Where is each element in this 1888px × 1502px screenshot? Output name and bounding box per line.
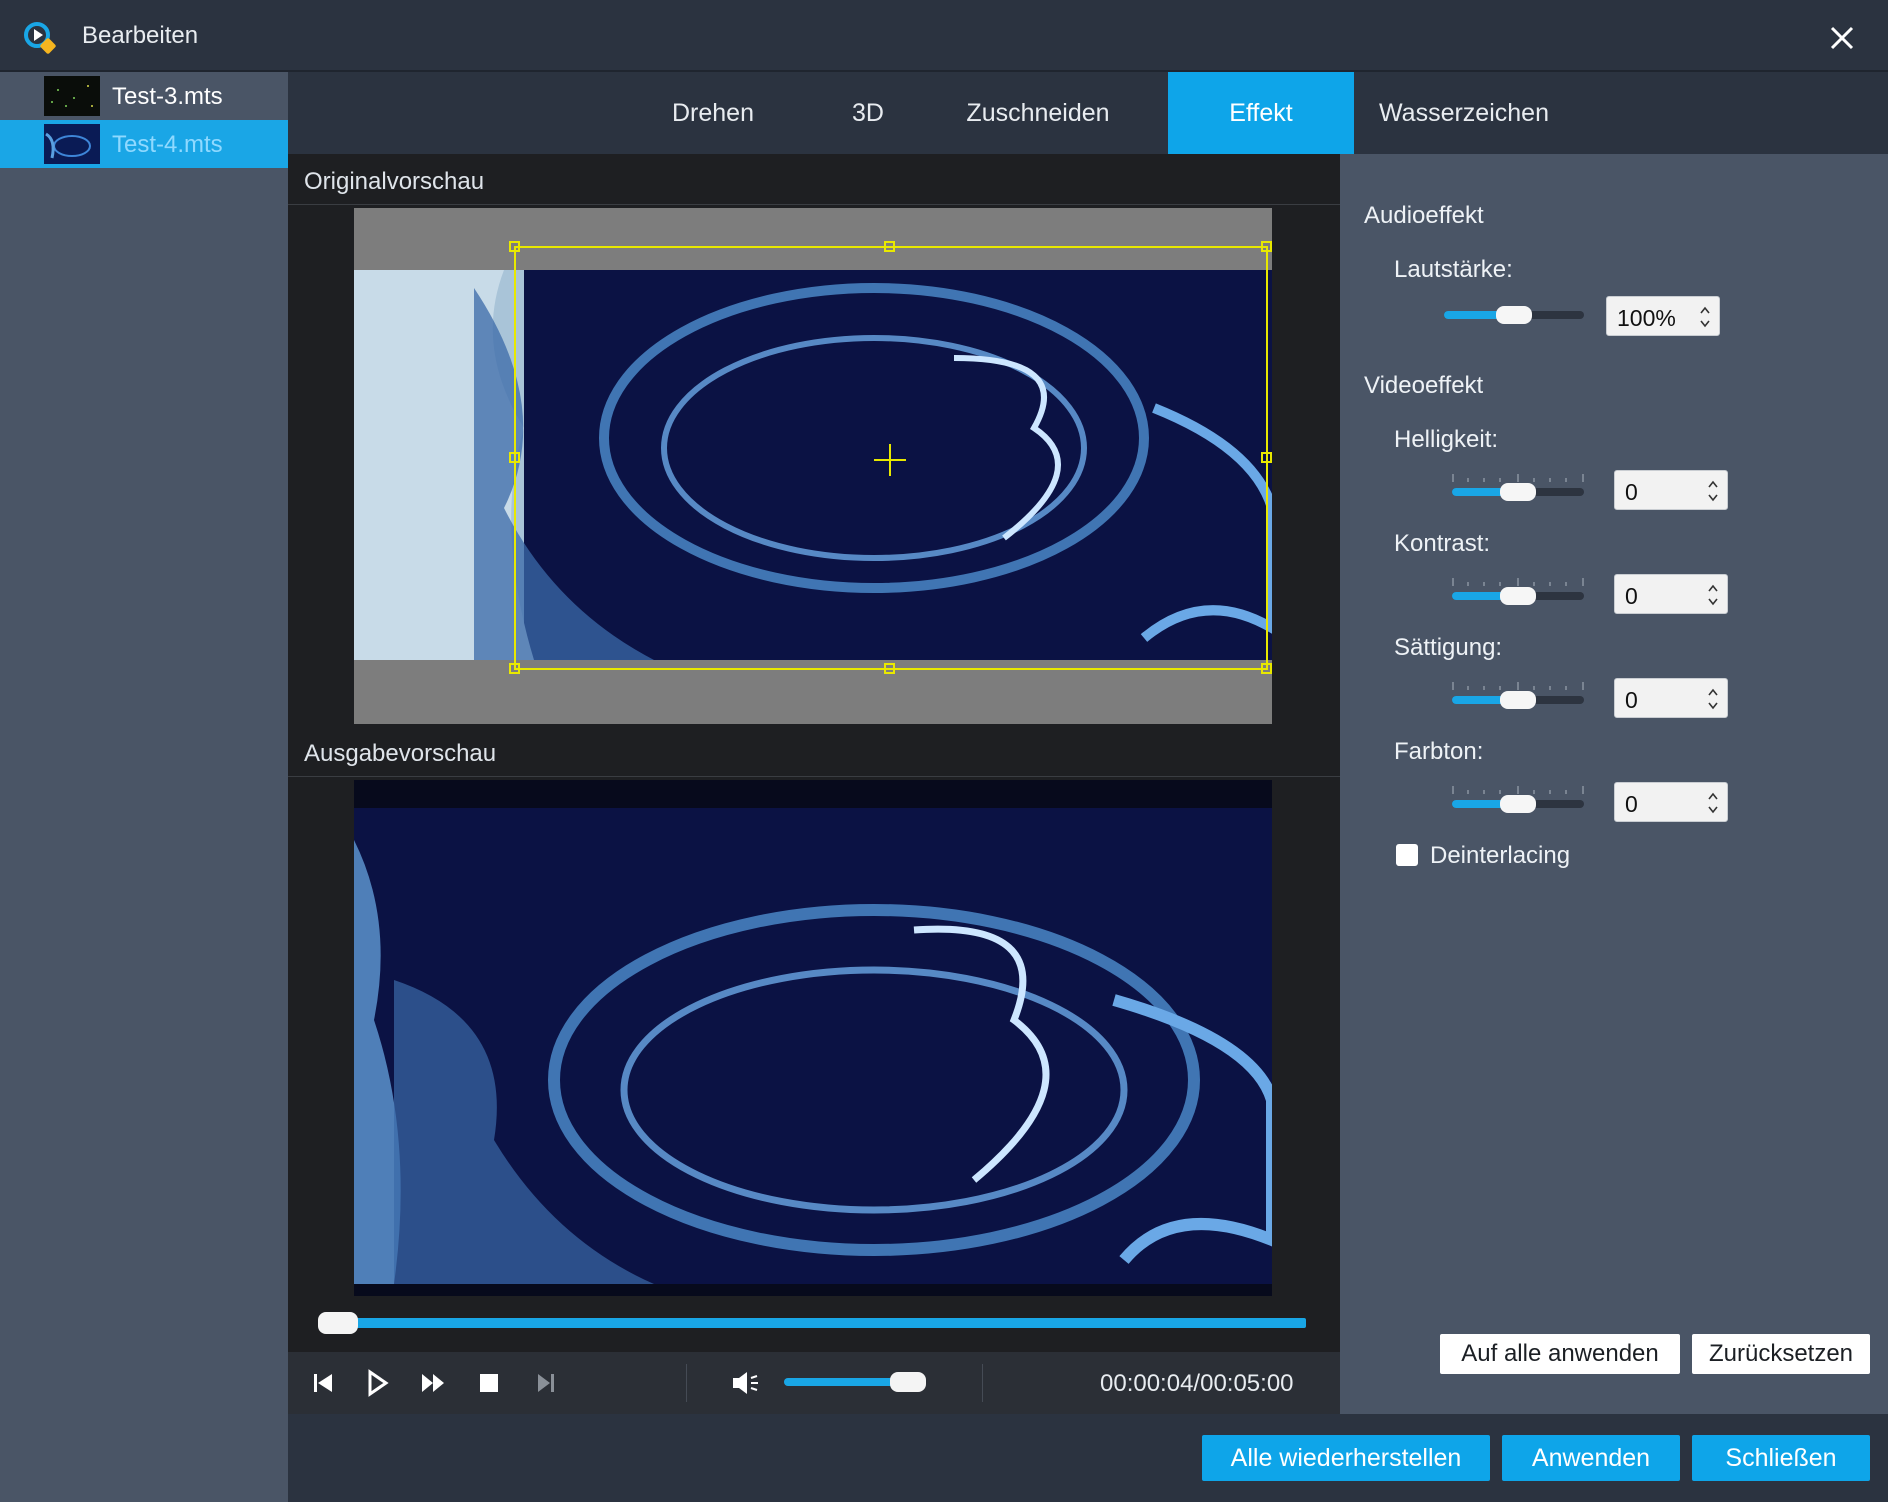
file-list: Test-3.mts Test-4.mts bbox=[0, 72, 288, 1502]
reset-button[interactable]: Zurücksetzen bbox=[1692, 1334, 1870, 1374]
brightness-slider-handle[interactable] bbox=[1500, 483, 1536, 501]
crop-handle[interactable] bbox=[509, 663, 520, 674]
timecode: 00:00:04/00:05:00 bbox=[1100, 1370, 1294, 1397]
brightness-label: Helligkeit: bbox=[1394, 426, 1499, 453]
file-name: Test-3.mts bbox=[112, 83, 223, 110]
volume-slider-fill bbox=[784, 1378, 894, 1386]
tab-crop[interactable]: Zuschneiden bbox=[948, 72, 1128, 154]
slider-ticks bbox=[1452, 682, 1584, 690]
saturation-label: Sättigung: bbox=[1394, 634, 1503, 661]
spin-arrows-icon[interactable] bbox=[1699, 303, 1711, 331]
hue-slider-handle[interactable] bbox=[1500, 795, 1536, 813]
video-effect-heading: Videoeffekt bbox=[1364, 372, 1484, 399]
crop-handle[interactable] bbox=[509, 241, 520, 252]
tab-watermark[interactable]: Wasserzeichen bbox=[1354, 72, 1574, 154]
tab-3d[interactable]: 3D bbox=[808, 72, 928, 154]
crop-handle[interactable] bbox=[884, 663, 895, 674]
next-frame-icon[interactable] bbox=[530, 1368, 560, 1398]
slider-ticks bbox=[1452, 786, 1584, 794]
window-title: Bearbeiten bbox=[82, 22, 199, 49]
spin-arrows-icon[interactable] bbox=[1707, 477, 1719, 505]
output-preview-video bbox=[354, 780, 1272, 1296]
title-bar bbox=[0, 0, 1888, 72]
spin-arrows-icon[interactable] bbox=[1707, 789, 1719, 817]
file-item-selected[interactable]: Test-4.mts bbox=[0, 120, 288, 168]
volume-icon[interactable] bbox=[730, 1368, 760, 1398]
volume-value: 100% bbox=[1617, 305, 1676, 331]
contrast-value: 0 bbox=[1625, 583, 1638, 609]
file-item[interactable]: Test-3.mts bbox=[0, 72, 288, 120]
crop-handle[interactable] bbox=[884, 241, 895, 252]
saturation-value: 0 bbox=[1625, 687, 1638, 713]
divider bbox=[982, 1364, 983, 1402]
crop-handle[interactable] bbox=[1261, 452, 1272, 463]
crosshair-icon bbox=[874, 444, 906, 476]
tab-rotate[interactable]: Drehen bbox=[623, 72, 803, 154]
divider bbox=[686, 1364, 687, 1402]
close-button[interactable]: Schließen bbox=[1692, 1435, 1870, 1481]
crop-handle[interactable] bbox=[1261, 663, 1272, 674]
volume-label: Lautstärke: bbox=[1394, 256, 1513, 283]
video-thumbnail bbox=[44, 76, 100, 116]
hue-label: Farbton: bbox=[1394, 738, 1484, 765]
playback-progress-handle[interactable] bbox=[318, 1312, 358, 1334]
apply-button[interactable]: Anwenden bbox=[1502, 1435, 1680, 1481]
crop-handle[interactable] bbox=[509, 452, 520, 463]
hue-spinbox[interactable]: 0 bbox=[1614, 782, 1728, 822]
slider-ticks bbox=[1452, 474, 1584, 482]
play-icon[interactable] bbox=[362, 1368, 392, 1398]
skip-to-start-icon[interactable] bbox=[308, 1368, 338, 1398]
divider bbox=[288, 204, 1340, 205]
deinterlacing-checkbox[interactable] bbox=[1396, 844, 1418, 866]
crop-handle[interactable] bbox=[1261, 241, 1272, 252]
contrast-spinbox[interactable]: 0 bbox=[1614, 574, 1728, 614]
slider-ticks bbox=[1452, 578, 1584, 586]
close-icon[interactable] bbox=[1822, 18, 1862, 58]
apply-to-all-button[interactable]: Auf alle anwenden bbox=[1440, 1334, 1680, 1374]
audio-volume-slider-handle[interactable] bbox=[1496, 306, 1532, 324]
stop-icon[interactable] bbox=[474, 1368, 504, 1398]
saturation-slider-handle[interactable] bbox=[1500, 691, 1536, 709]
contrast-slider-handle[interactable] bbox=[1500, 587, 1536, 605]
spin-arrows-icon[interactable] bbox=[1707, 581, 1719, 609]
spin-arrows-icon[interactable] bbox=[1707, 685, 1719, 713]
restore-all-button[interactable]: Alle wiederherstellen bbox=[1202, 1435, 1490, 1481]
volume-slider-handle[interactable] bbox=[890, 1372, 926, 1392]
deinterlacing-label: Deinterlacing bbox=[1430, 842, 1571, 869]
original-preview-title: Originalvorschau bbox=[304, 168, 485, 195]
saturation-spinbox[interactable]: 0 bbox=[1614, 678, 1728, 718]
fast-forward-icon[interactable] bbox=[418, 1368, 448, 1398]
file-name: Test-4.mts bbox=[112, 131, 223, 158]
hue-value: 0 bbox=[1625, 791, 1638, 817]
contrast-label: Kontrast: bbox=[1394, 530, 1491, 557]
tab-effect[interactable]: Effekt bbox=[1168, 72, 1354, 154]
app-logo-icon bbox=[24, 22, 56, 54]
volume-spinbox[interactable]: 100% bbox=[1606, 296, 1720, 336]
divider bbox=[288, 776, 1340, 777]
brightness-spinbox[interactable]: 0 bbox=[1614, 470, 1728, 510]
output-preview-title: Ausgabevorschau bbox=[304, 740, 497, 767]
tab-bar: Drehen 3D Zuschneiden Effekt Wasserzeich… bbox=[288, 72, 1888, 154]
video-thumbnail bbox=[44, 124, 100, 164]
playback-progress-bar[interactable] bbox=[322, 1318, 1306, 1328]
audio-effect-heading: Audioeffekt bbox=[1364, 202, 1484, 229]
brightness-value: 0 bbox=[1625, 479, 1638, 505]
